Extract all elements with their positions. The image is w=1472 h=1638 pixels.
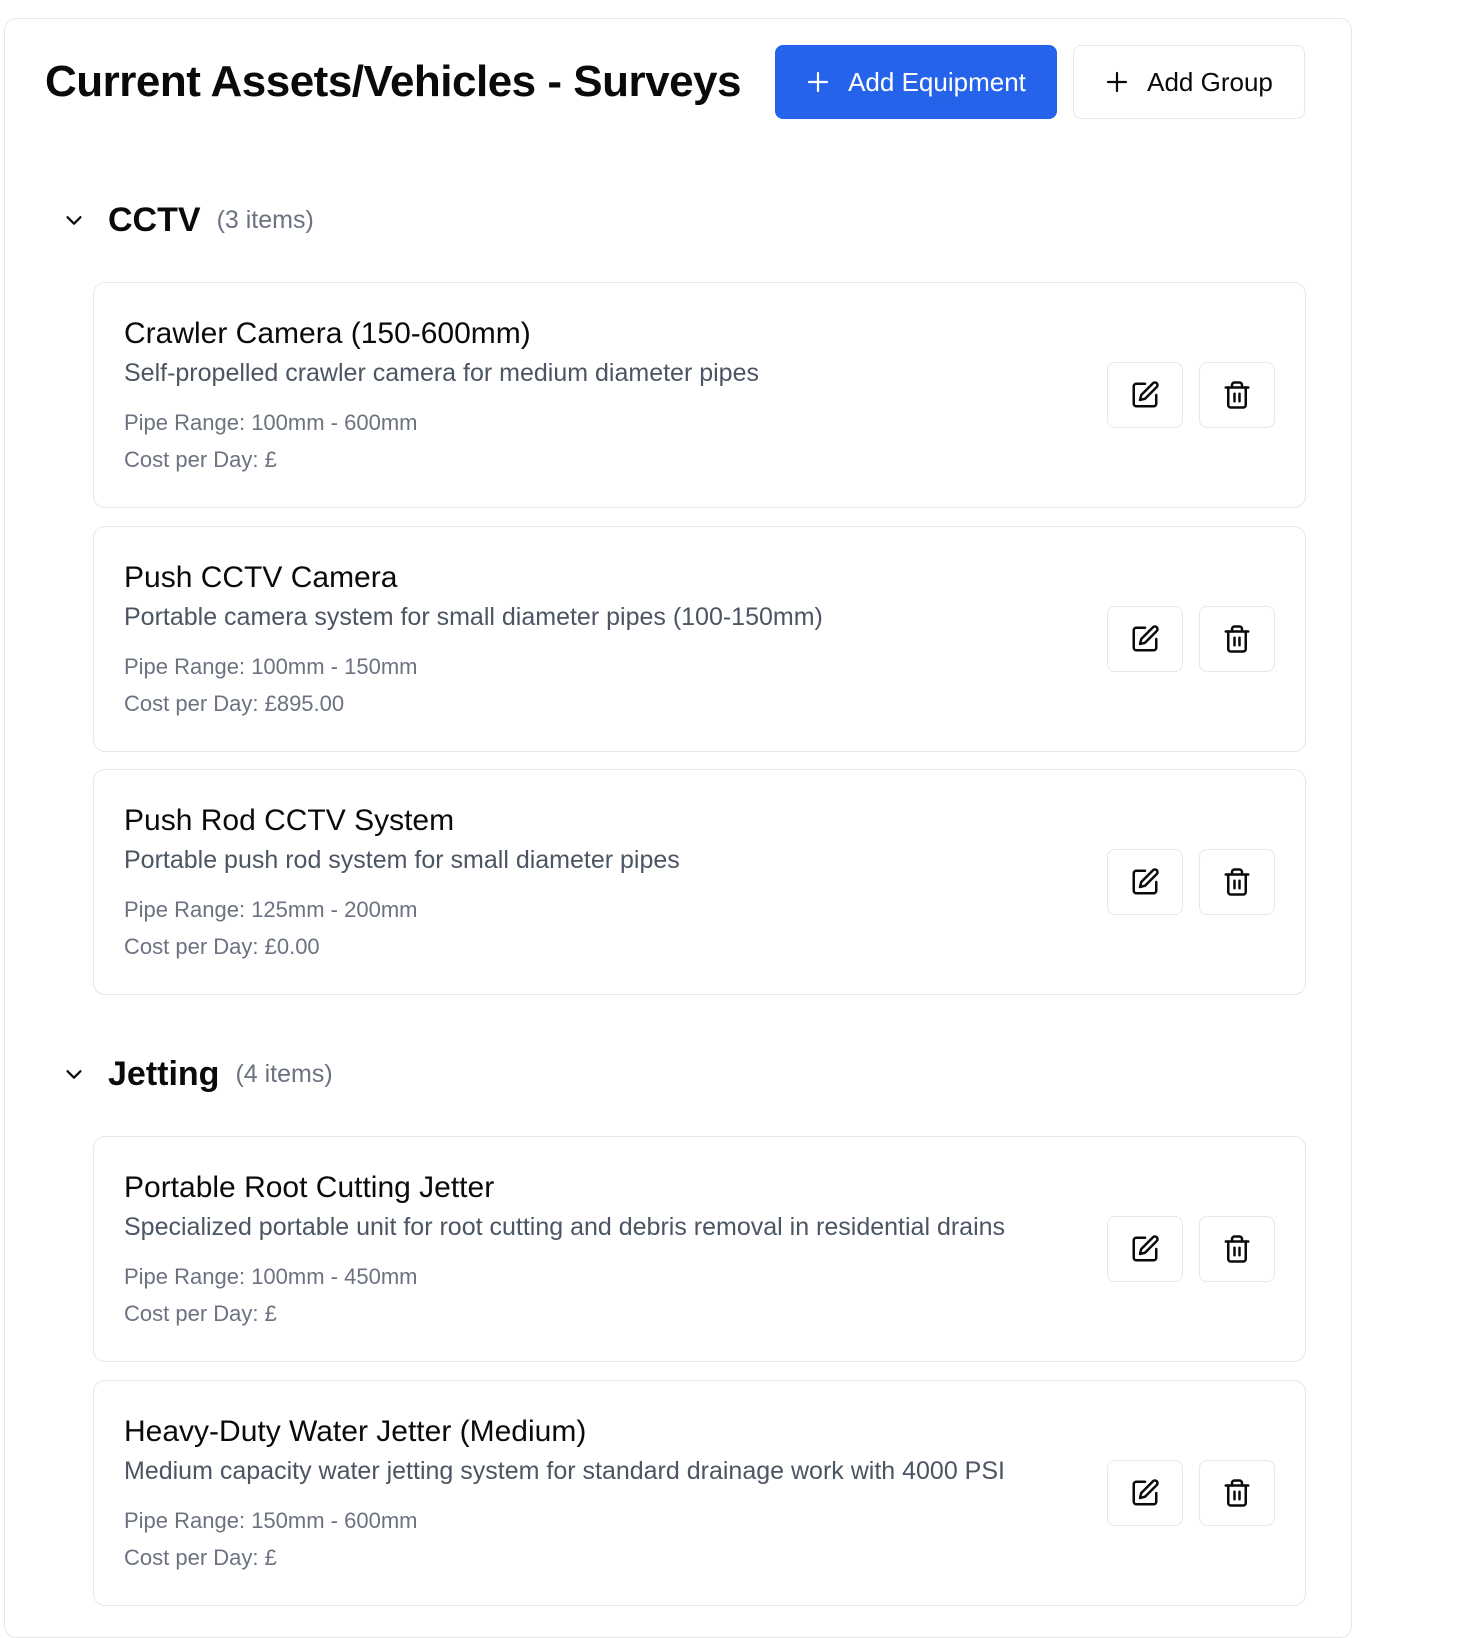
- chevron-down-icon[interactable]: [60, 206, 88, 234]
- delete-button[interactable]: [1199, 606, 1275, 672]
- delete-button[interactable]: [1199, 362, 1275, 428]
- trash-icon: [1224, 1235, 1250, 1263]
- trash-icon: [1224, 625, 1250, 653]
- page-title: Current Assets/Vehicles - Surveys: [45, 57, 742, 106]
- trash-icon: [1224, 381, 1250, 409]
- equipment-pipe-range: Pipe Range: 150mm - 600mm: [124, 1508, 418, 1533]
- equipment-card: Portable Root Cutting Jetter Specialized…: [93, 1136, 1306, 1362]
- equipment-cost: Cost per Day: £895.00: [124, 691, 345, 716]
- equipment-cost: Cost per Day: £0.00: [124, 934, 320, 959]
- card-actions: [1107, 362, 1275, 428]
- chevron-down-icon[interactable]: [60, 1060, 88, 1088]
- group-item-count: (4 items): [235, 1059, 333, 1088]
- card-actions: [1107, 849, 1275, 915]
- add-equipment-label: Add Equipment: [848, 66, 1026, 97]
- edit-icon: [1132, 1479, 1159, 1506]
- add-group-label: Add Group: [1147, 66, 1273, 97]
- plus-icon: [807, 71, 829, 93]
- trash-icon: [1224, 1479, 1250, 1507]
- equipment-name: Portable Root Cutting Jetter: [124, 1171, 495, 1204]
- card-actions: [1107, 1216, 1275, 1282]
- equipment-pipe-range: Pipe Range: 100mm - 600mm: [124, 410, 418, 435]
- equipment-description: Portable camera system for small diamete…: [124, 603, 823, 631]
- equipment-description: Medium capacity water jetting system for…: [124, 1457, 1005, 1485]
- equipment-name: Heavy-Duty Water Jetter (Medium): [124, 1415, 587, 1448]
- group-name: CCTV: [108, 200, 201, 239]
- equipment-card: Push Rod CCTV System Portable push rod s…: [93, 769, 1306, 995]
- edit-button[interactable]: [1107, 1216, 1183, 1282]
- edit-icon: [1132, 1235, 1159, 1262]
- equipment-cost: Cost per Day: £: [124, 1301, 277, 1326]
- card-actions: [1107, 606, 1275, 672]
- equipment-description: Portable push rod system for small diame…: [124, 846, 680, 874]
- equipment-name: Push Rod CCTV System: [124, 804, 455, 837]
- group-header-cctv[interactable]: CCTV (3 items): [60, 195, 314, 245]
- equipment-pipe-range: Pipe Range: 125mm - 200mm: [124, 897, 418, 922]
- edit-button[interactable]: [1107, 849, 1183, 915]
- edit-button[interactable]: [1107, 362, 1183, 428]
- equipment-description: Specialized portable unit for root cutti…: [124, 1213, 1006, 1241]
- page-header: Current Assets/Vehicles - Surveys Add Eq…: [45, 45, 1307, 119]
- equipment-name: Push CCTV Camera: [124, 561, 398, 594]
- card-actions: [1107, 1460, 1275, 1526]
- add-group-button[interactable]: Add Group: [1073, 45, 1305, 119]
- edit-icon: [1132, 625, 1159, 652]
- equipment-card: Push CCTV Camera Portable camera system …: [93, 526, 1306, 752]
- delete-button[interactable]: [1199, 849, 1275, 915]
- trash-icon: [1224, 868, 1250, 896]
- group-name: Jetting: [108, 1054, 220, 1093]
- edit-icon: [1132, 868, 1159, 895]
- equipment-cost: Cost per Day: £: [124, 447, 277, 472]
- edit-icon: [1132, 381, 1159, 408]
- header-actions: Add Equipment Add Group: [775, 45, 1305, 119]
- edit-button[interactable]: [1107, 1460, 1183, 1526]
- equipment-pipe-range: Pipe Range: 100mm - 150mm: [124, 654, 418, 679]
- group-item-count: (3 items): [216, 205, 314, 234]
- equipment-description: Self-propelled crawler camera for medium…: [124, 359, 759, 387]
- plus-icon: [1107, 71, 1128, 93]
- equipment-card: Heavy-Duty Water Jetter (Medium) Medium …: [93, 1380, 1306, 1606]
- equipment-pipe-range: Pipe Range: 100mm - 450mm: [124, 1264, 418, 1289]
- add-equipment-button[interactable]: Add Equipment: [775, 45, 1057, 119]
- delete-button[interactable]: [1199, 1460, 1275, 1526]
- delete-button[interactable]: [1199, 1216, 1275, 1282]
- equipment-cost: Cost per Day: £: [124, 1545, 277, 1570]
- equipment-card: Crawler Camera (150-600mm) Self-propelle…: [93, 282, 1306, 508]
- equipment-name: Crawler Camera (150-600mm): [124, 317, 531, 350]
- group-header-jetting[interactable]: Jetting (4 items): [60, 1049, 333, 1099]
- edit-button[interactable]: [1107, 606, 1183, 672]
